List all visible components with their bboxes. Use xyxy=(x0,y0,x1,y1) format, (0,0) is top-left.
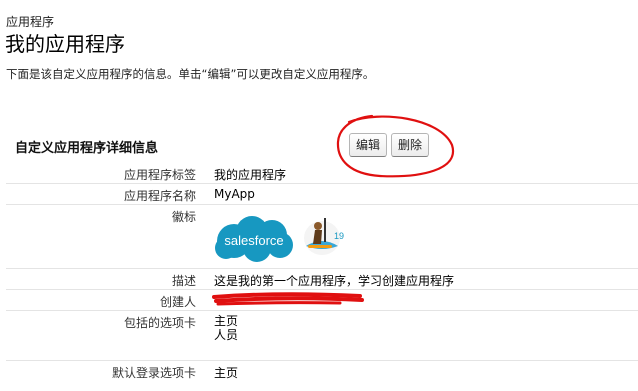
field-row-app-label: 应用程序标签 我的应用程序 xyxy=(6,163,638,184)
field-label: 徽标 xyxy=(171,210,196,224)
salesforce-logo: salesforce xyxy=(212,212,296,268)
field-label: 包括的选项卡 xyxy=(123,316,196,330)
mascot-badge: 19 xyxy=(334,231,344,241)
field-row-creator: 创建人 xyxy=(6,290,638,311)
tab-item: 主页 xyxy=(214,314,239,328)
field-value: MyApp xyxy=(214,187,255,201)
field-label: 应用程序标签 xyxy=(123,168,196,182)
section-title: 自定义应用程序详细信息 xyxy=(15,141,159,156)
delete-button[interactable]: 删除 xyxy=(391,133,429,157)
tab-item: 人员 xyxy=(214,328,239,342)
field-row-default-tab: 默认登录选项卡 主页 xyxy=(6,361,638,385)
field-label: 应用程序名称 xyxy=(123,189,196,203)
field-value: 这是我的第一个应用程序，学习创建应用程序 xyxy=(214,274,455,288)
field-row-app-name: 应用程序名称 MyApp xyxy=(6,184,638,205)
field-row-description: 描述 这是我的第一个应用程序，学习创建应用程序 xyxy=(6,269,638,290)
field-row-tabs: 包括的选项卡 主页 人员 xyxy=(6,311,638,361)
field-label: 默认登录选项卡 xyxy=(111,366,196,380)
page-title: 我的应用程序 xyxy=(5,32,125,56)
field-label: 创建人 xyxy=(159,295,196,309)
salesforce-logo-text: salesforce xyxy=(224,233,283,248)
field-value: 主页 xyxy=(214,366,239,380)
field-value-list: 主页 人员 xyxy=(214,314,238,342)
field-value: 我的应用程序 xyxy=(214,168,287,182)
edit-button[interactable]: 编辑 xyxy=(349,133,387,157)
mascot-logo: 19 xyxy=(300,212,348,260)
field-label: 描述 xyxy=(171,274,196,288)
page-description: 下面是该自定义应用程序的信息。单击“编辑”可以更改自定义应用程序。 xyxy=(6,67,375,81)
